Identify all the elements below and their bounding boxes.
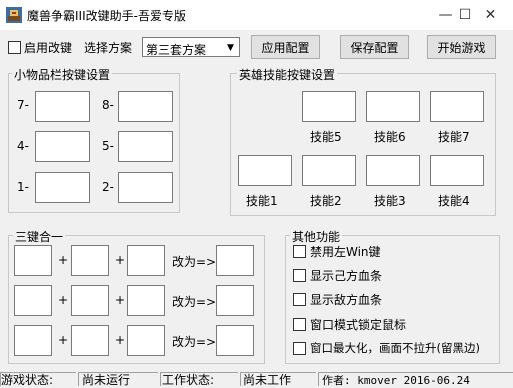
plus-sign: + [58,253,69,267]
inventory-slot-4-input[interactable] [35,131,90,162]
change-to-label: 改为=> [172,335,217,349]
skill-7-input[interactable] [430,91,484,122]
inventory-group-title: 小物品栏按键设置 [12,66,113,83]
inventory-slot-5-input[interactable] [118,131,173,162]
combo-key-input[interactable] [127,245,165,276]
skill-label: 技能7 [438,130,470,144]
plus-sign: + [115,253,126,267]
combo-key-input[interactable] [14,245,52,276]
inventory-slot-label: 2- [102,180,114,194]
skill-4-input[interactable] [430,155,484,186]
skill-label: 技能4 [438,194,470,208]
combo-key-input[interactable] [14,325,52,356]
skill-label: 技能3 [374,194,406,208]
skill-label: 技能1 [246,194,278,208]
game-state-value: 尚未运行 [82,373,131,387]
skill-label: 技能2 [310,194,342,208]
inventory-slot-label: 5- [102,139,114,153]
enable-remap-checkbox[interactable] [8,41,21,54]
combo-result-input[interactable] [216,245,254,276]
combo-result-input[interactable] [216,285,254,316]
inventory-slot-label: 1- [17,180,29,194]
change-to-label: 改为=> [172,255,217,269]
inventory-slot-2-input[interactable] [118,172,173,203]
app-icon [6,7,22,23]
hero-skill-group-title: 英雄技能按键设置 [237,66,338,83]
show-own-hp-checkbox[interactable] [293,269,306,282]
skill-label: 技能6 [374,130,406,144]
chevron-down-icon[interactable]: ▼ [223,39,238,56]
skill-label: 技能5 [310,130,342,144]
inventory-slot-label: 4- [17,139,29,153]
skill-5-input[interactable] [302,91,356,122]
start-game-button[interactable]: 开始游戏 [427,35,496,59]
choose-scheme-label: 选择方案 [84,41,133,55]
combo-result-input[interactable] [216,325,254,356]
author-info: 作者: kmover 2016-06.24 [322,374,470,387]
window-title: 魔兽争霸III改键助手-吾爱专版 [27,9,186,23]
title-bar: 魔兽争霸III改键助手-吾爱专版 — ☐ ✕ [0,0,513,30]
inventory-slot-label: 8- [102,98,114,112]
maximize-window-checkbox[interactable] [293,342,306,355]
combo-key-input[interactable] [14,285,52,316]
skill-3-input[interactable] [366,155,420,186]
combo-key-input[interactable] [127,285,165,316]
skill-1-input[interactable] [238,155,292,186]
enable-remap-label: 启用改键 [24,41,73,55]
inventory-slot-1-input[interactable] [35,172,90,203]
combo-key-input[interactable] [71,325,109,356]
scheme-select[interactable]: 第三套方案 ▼ [142,37,240,57]
disable-win-key-checkbox[interactable] [293,245,306,258]
lock-mouse-checkbox[interactable] [293,318,306,331]
combo-key-input[interactable] [71,285,109,316]
work-state-label: 工作状态: [162,373,215,387]
skill-2-input[interactable] [302,155,356,186]
plus-sign: + [115,293,126,307]
game-state-label: 游戏状态: [1,373,54,387]
apply-config-button[interactable]: 应用配置 [251,35,320,59]
show-enemy-hp-checkbox[interactable] [293,293,306,306]
option-label: 显示己方血条 [310,269,383,283]
option-label: 窗口最大化，画面不拉升(留黑边) [310,341,480,355]
plus-sign: + [58,333,69,347]
combo-key-input[interactable] [127,325,165,356]
option-label: 禁用左Win键 [310,245,381,259]
change-to-label: 改为=> [172,295,217,309]
plus-sign: + [58,293,69,307]
close-button[interactable]: ✕ [468,0,513,30]
combo-key-input[interactable] [71,245,109,276]
save-config-button[interactable]: 保存配置 [340,35,409,59]
inventory-slot-7-input[interactable] [35,91,90,122]
work-state-value: 尚未工作 [243,373,292,387]
scheme-select-value: 第三套方案 [146,43,207,57]
skill-6-input[interactable] [366,91,420,122]
combo-group-title: 三键合一 [13,228,66,245]
inventory-slot-label: 7- [17,98,29,112]
plus-sign: + [115,333,126,347]
option-label: 窗口模式锁定鼠标 [310,318,407,332]
inventory-slot-8-input[interactable] [118,91,173,122]
option-label: 显示敌方血条 [310,293,383,307]
